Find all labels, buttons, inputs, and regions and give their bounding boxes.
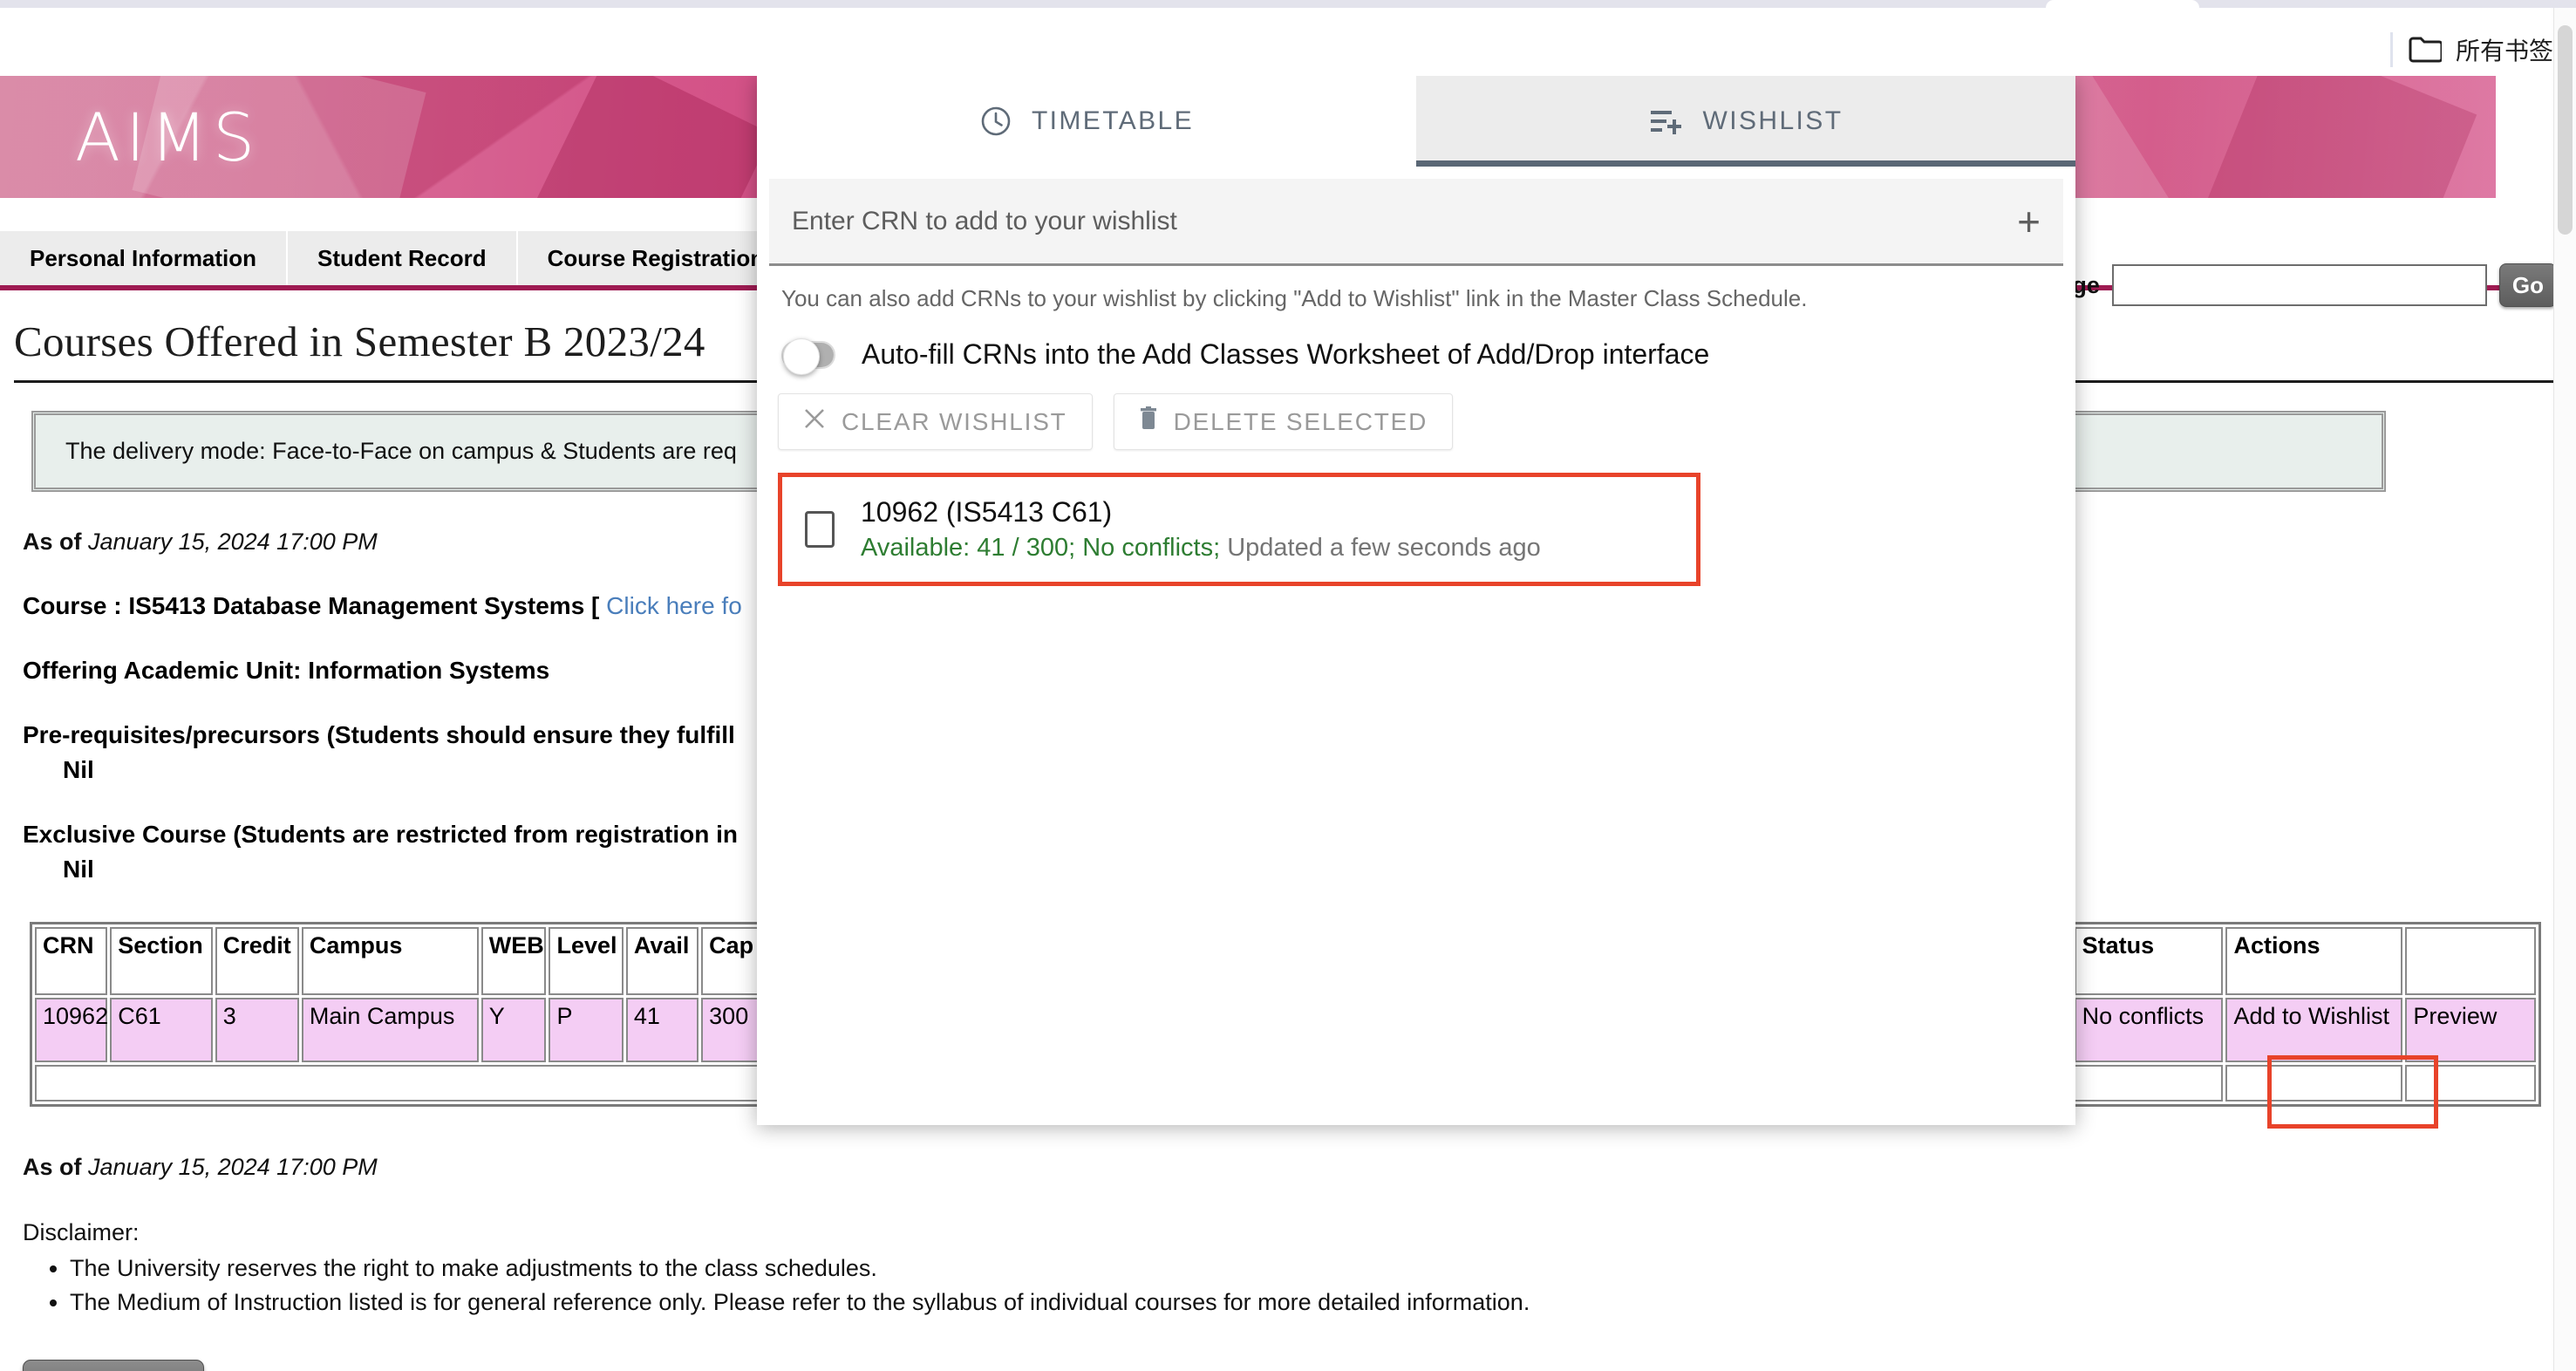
course-syllabus-link[interactable]: Click here fo [606, 592, 742, 619]
delete-selected-button[interactable]: DELETE SELECTED [1113, 393, 1454, 450]
note-blank-b [2405, 1065, 2536, 1102]
cell-crn: 10962 [35, 998, 108, 1062]
cell-campus: Main Campus [301, 998, 479, 1062]
plus-icon[interactable]: + [2017, 201, 2041, 242]
as-of-prefix: As of [23, 529, 89, 555]
document-footer: As of January 15, 2024 17:00 PM Disclaim… [23, 1154, 2576, 1371]
aims-logo: AIMS [75, 99, 261, 176]
browser-tab-shape [2046, 0, 2199, 8]
as-of-bottom: As of January 15, 2024 17:00 PM [23, 1154, 2576, 1181]
scrollbar-thumb[interactable] [2558, 25, 2573, 235]
clock-icon [979, 105, 1012, 138]
toggle-knob [783, 338, 820, 375]
all-bookmarks-button[interactable]: 所有书签 [2409, 32, 2553, 67]
disclaimer-heading: Disclaimer: [23, 1219, 140, 1246]
cell-level: P [549, 998, 624, 1062]
cell-status: No conflicts [2074, 998, 2224, 1062]
as-of-bottom-value: January 15, 2024 17:00 PM [88, 1154, 378, 1181]
nav-tab-label: Course Registration [547, 244, 765, 271]
delete-selected-label: DELETE SELECTED [1173, 407, 1428, 435]
as-of-bottom-prefix: As of [23, 1154, 89, 1181]
autofill-row: Auto-fill CRNs into the Add Classes Work… [781, 338, 2075, 375]
col-section: Section [110, 927, 213, 995]
page-scrollbar[interactable] [2553, 8, 2576, 1371]
col-actions: Actions [2225, 927, 2403, 995]
page-viewport: AIMS Personal Information Student Record… [0, 76, 2576, 1371]
wishlist-item-title: 10962 (IS5413 C61) [861, 496, 1113, 528]
tab-wishlist-label: WISHLIST [1702, 106, 1843, 135]
col-crn: CRN [35, 927, 108, 995]
as-of-value: January 15, 2024 17:00 PM [88, 529, 378, 555]
col-level: Level [549, 927, 624, 995]
close-icon [803, 407, 826, 436]
list-item: The University reserves the right to mak… [70, 1255, 2576, 1282]
search-class-button[interactable]: Search Class [23, 1360, 204, 1371]
cell-web: Y [480, 998, 547, 1062]
nav-tab-student-record[interactable]: Student Record [288, 231, 518, 285]
cell-section: C61 [110, 998, 213, 1062]
wishlist-item-updated: Updated a few seconds ago [1220, 534, 1541, 562]
wishlist-item-status: Available: 41 / 300; No conflicts; Updat… [861, 534, 1541, 563]
note-left-blank [35, 1065, 883, 1102]
tab-timetable-label: TIMETABLE [1031, 106, 1195, 135]
col-blank-17 [2405, 927, 2536, 995]
wishlist-item-availability: Available: 41 / 300; No conflicts; [861, 534, 1221, 562]
cell-credit: 3 [215, 998, 299, 1062]
col-status: Status [2074, 927, 2224, 995]
cell-preview[interactable]: Preview [2405, 998, 2536, 1062]
wishlist-item-text: 10962 (IS5413 C61) Available: 41 / 300; … [861, 496, 1541, 563]
col-credit: Credit [215, 927, 299, 995]
bookmarks-divider [2389, 32, 2393, 67]
cell-avail: 41 [625, 998, 699, 1062]
nav-tab-course-registration[interactable]: Course Registration [517, 231, 796, 285]
autofill-toggle[interactable] [781, 338, 835, 375]
panel-tabs: TIMETABLE WISHLIST [757, 76, 2075, 167]
wishlist-panel: TIMETABLE WISHLIST Enter CRN to add to y… [757, 76, 2075, 1125]
note-blank-a [2225, 1065, 2403, 1102]
all-bookmarks-label: 所有书签 [2455, 37, 2553, 65]
nav-tab-label: Personal Information [30, 244, 257, 271]
crn-input-row[interactable]: Enter CRN to add to your wishlist + [769, 179, 2063, 266]
panel-action-buttons: CLEAR WISHLIST DELETE SELECTED [778, 393, 2075, 450]
trash-icon [1139, 406, 1158, 437]
list-item: The Medium of Instruction listed is for … [70, 1289, 2576, 1316]
course-label: Course : IS5413 Database Management Syst… [23, 592, 607, 619]
clear-wishlist-label: CLEAR WISHLIST [842, 407, 1067, 435]
col-web: WEB [480, 927, 547, 995]
clear-wishlist-button[interactable]: CLEAR WISHLIST [778, 393, 1093, 450]
tab-timetable[interactable]: TIMETABLE [757, 76, 1416, 167]
col-campus: Campus [301, 927, 479, 995]
autofill-label: Auto-fill CRNs into the Add Classes Work… [862, 338, 1710, 370]
wishlist-item[interactable]: 10962 (IS5413 C61) Available: 41 / 300; … [778, 473, 1700, 586]
cell-add-to-wishlist[interactable]: Add to Wishlist [2225, 998, 2403, 1062]
nav-tab-label: Student Record [317, 244, 487, 271]
disclaimer-list: The University reserves the right to mak… [23, 1255, 2576, 1316]
list-add-icon [1649, 106, 1684, 136]
tab-wishlist[interactable]: WISHLIST [1416, 76, 2075, 167]
wishlist-item-checkbox[interactable] [805, 511, 835, 548]
nav-tab-personal-information[interactable]: Personal Information [0, 231, 289, 285]
bookmarks-bar: 所有书签 [0, 8, 2576, 76]
col-avail: Avail [625, 927, 699, 995]
folder-icon [2409, 37, 2442, 63]
wishlist-helper-text: You can also add CRNs to your wishlist b… [781, 285, 1808, 311]
crn-input[interactable]: Enter CRN to add to your wishlist [792, 207, 2017, 236]
